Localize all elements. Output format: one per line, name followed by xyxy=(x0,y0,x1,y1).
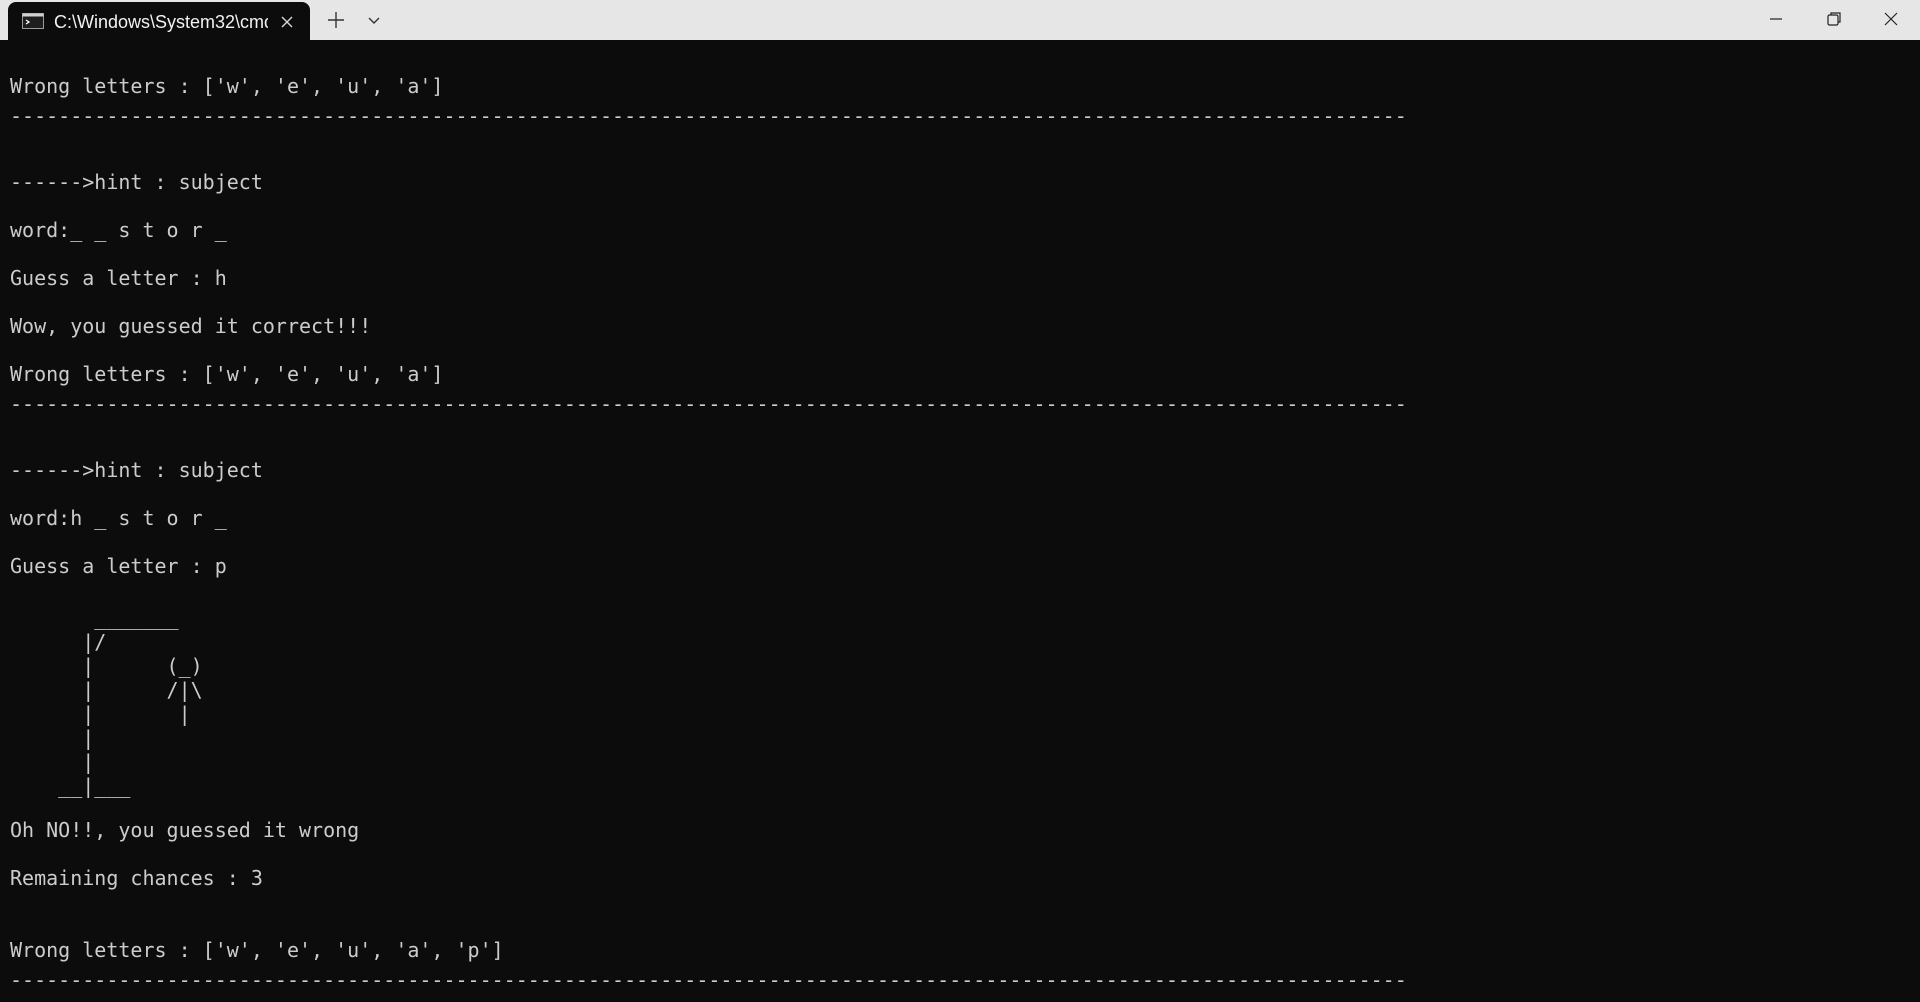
minimize-icon xyxy=(1770,18,1782,20)
terminal-window: C:\Windows\System32\cmd.exe xyxy=(0,0,1920,1002)
terminal-icon xyxy=(22,13,44,29)
chevron-down-icon xyxy=(368,17,380,24)
console-line: Oh NO!!, you guessed it wrong xyxy=(10,818,360,842)
console-line: Remaining chances : 3 xyxy=(10,866,263,890)
tab-title: C:\Windows\System32\cmd.exe xyxy=(54,12,268,32)
close-icon[interactable] xyxy=(276,11,298,33)
console-line: ------>hint : subject xyxy=(10,458,263,482)
console-line: Wrong letters : ['w', 'e', 'u', 'a'] xyxy=(10,74,444,98)
new-tab-button[interactable] xyxy=(322,7,350,33)
console-line: word:h _ s t o r _ xyxy=(10,506,227,530)
restore-icon xyxy=(1827,12,1841,26)
console-output[interactable]: Wrong letters : ['w', 'e', 'u', 'a'] ---… xyxy=(10,40,1890,1002)
console-line: word:_ _ s t o r _ xyxy=(10,218,227,242)
console-line: Wrong letters : ['w', 'e', 'u', 'a', 'p'… xyxy=(10,938,504,962)
hangman-art: _______ |/ | (_) | /|\ | | | | __|___ xyxy=(58,606,203,798)
restore-button[interactable] xyxy=(1805,0,1863,38)
console-line: Wrong letters : ['w', 'e', 'u', 'a'] xyxy=(10,362,444,386)
close-icon xyxy=(1884,12,1898,26)
console-line: Guess a letter : p xyxy=(10,554,227,578)
console-line: Wow, you guessed it correct!!! xyxy=(10,314,372,338)
title-bar[interactable]: C:\Windows\System32\cmd.exe xyxy=(0,0,1920,40)
console-line: ------>hint : subject xyxy=(10,170,263,194)
tab-dropdown-button[interactable] xyxy=(362,7,386,33)
separator-line: ----------------------------------------… xyxy=(10,968,1407,992)
plus-icon xyxy=(328,12,344,28)
console-line: Guess a letter : h xyxy=(10,266,227,290)
separator-line: ----------------------------------------… xyxy=(10,104,1407,128)
window-close-button[interactable] xyxy=(1862,0,1920,38)
scrollbar[interactable] xyxy=(1914,40,1920,1002)
minimize-button[interactable] xyxy=(1747,0,1805,38)
separator-line: ----------------------------------------… xyxy=(10,392,1407,416)
tab-cmd[interactable]: C:\Windows\System32\cmd.exe xyxy=(8,2,310,40)
